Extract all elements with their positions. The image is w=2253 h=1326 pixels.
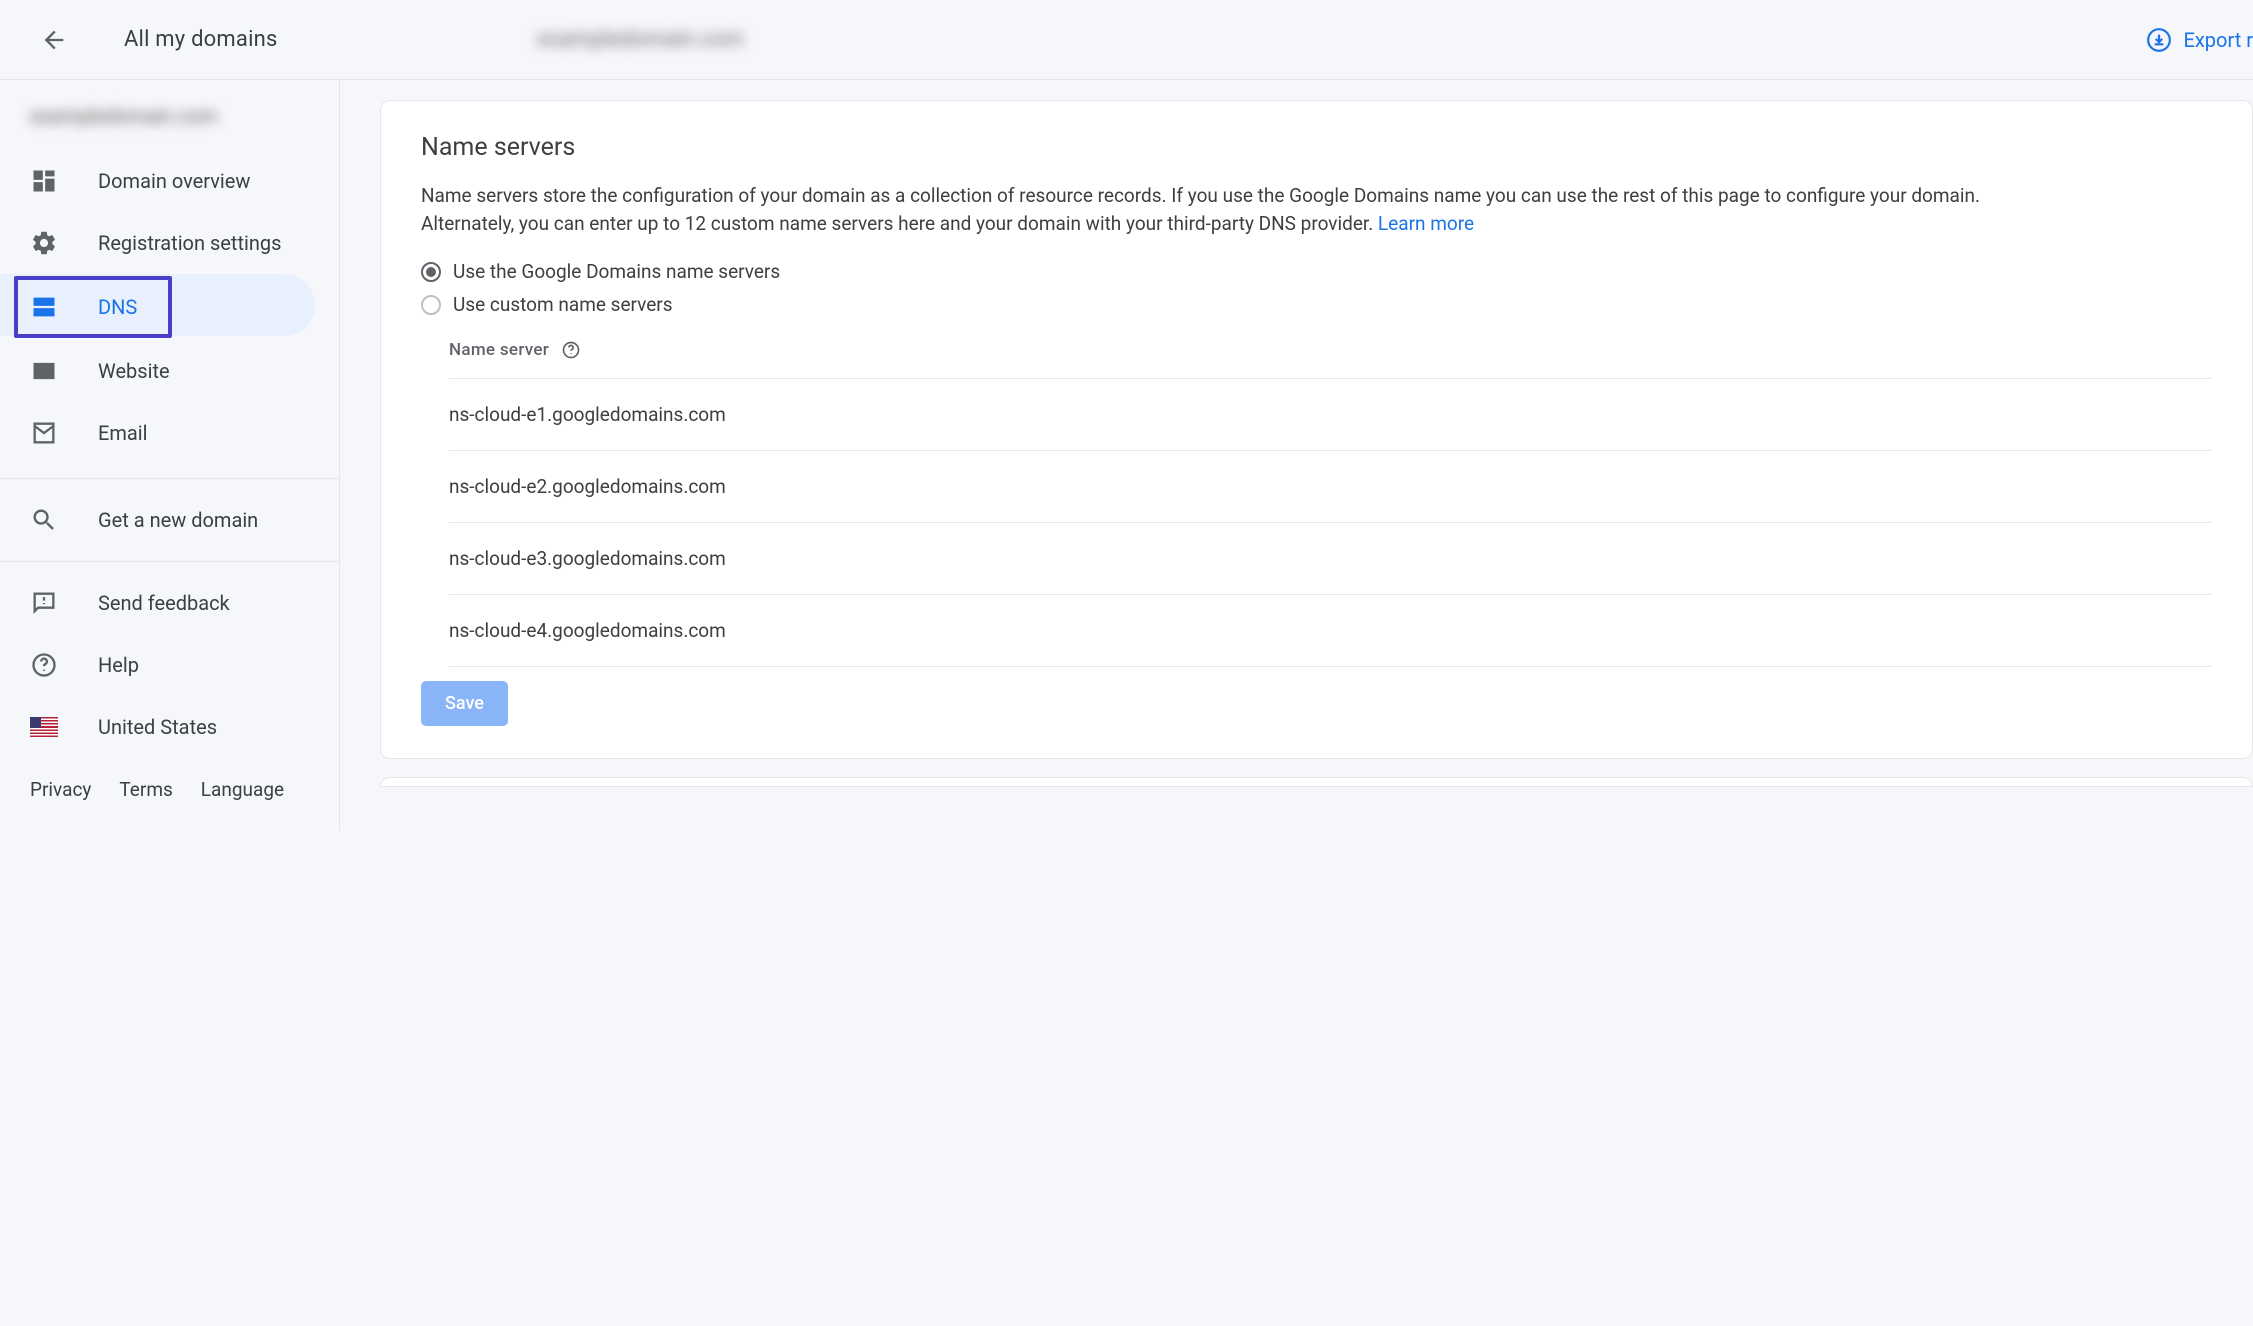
all-domains-title[interactable]: All my domains bbox=[124, 27, 278, 52]
footer-language[interactable]: Language bbox=[201, 778, 284, 801]
sidebar-item-overview[interactable]: Domain overview bbox=[0, 150, 327, 212]
sidebar-item-registration[interactable]: Registration settings bbox=[0, 212, 327, 274]
divider bbox=[0, 478, 339, 479]
sidebar-item-feedback[interactable]: Send feedback bbox=[0, 572, 327, 634]
name-server-header: Name server bbox=[449, 340, 2212, 378]
main-content: Name servers Name servers store the conf… bbox=[340, 80, 2253, 831]
name-server-row: ns-cloud-e1.googledomains.com bbox=[449, 378, 2212, 450]
sidebar-item-email[interactable]: Email bbox=[0, 402, 327, 464]
feedback-icon bbox=[30, 589, 58, 617]
sidebar-item-dns[interactable]: DNS bbox=[12, 274, 174, 340]
name-servers-card: Name servers Name servers store the conf… bbox=[380, 100, 2253, 759]
export-label: Export r bbox=[2184, 28, 2253, 52]
learn-more-link[interactable]: Learn more bbox=[1378, 212, 1474, 235]
sidebar-item-label: Email bbox=[98, 421, 148, 445]
radio-unchecked-icon bbox=[421, 295, 441, 315]
radio-checked-icon bbox=[421, 262, 441, 282]
footer-terms[interactable]: Terms bbox=[119, 778, 172, 801]
website-icon bbox=[30, 357, 58, 385]
name-server-row: ns-cloud-e4.googledomains.com bbox=[449, 594, 2212, 666]
card-description: Name servers store the configuration of … bbox=[421, 182, 2021, 238]
sidebar-item-website[interactable]: Website bbox=[0, 340, 327, 402]
next-card-peek bbox=[380, 777, 2253, 787]
sidebar-item-label: United States bbox=[98, 715, 217, 739]
topbar: All my domains exampledomain.com Export … bbox=[0, 0, 2253, 80]
sidebar-item-label: Send feedback bbox=[98, 591, 230, 615]
radio-custom-nameservers[interactable]: Use custom name servers bbox=[421, 293, 2212, 316]
sidebar-item-label: Website bbox=[98, 359, 170, 383]
radio-label: Use the Google Domains name servers bbox=[453, 260, 780, 283]
download-icon bbox=[2146, 27, 2172, 53]
sidebar-item-help[interactable]: Help bbox=[0, 634, 327, 696]
export-button[interactable]: Export r bbox=[2146, 27, 2253, 53]
search-icon bbox=[30, 506, 58, 534]
sidebar-domain-name: exampledomain.com bbox=[0, 98, 339, 146]
domain-name-header: exampledomain.com bbox=[538, 27, 744, 52]
back-button[interactable] bbox=[40, 26, 68, 54]
sidebar-item-get-domain[interactable]: Get a new domain bbox=[0, 489, 327, 551]
footer-privacy[interactable]: Privacy bbox=[30, 778, 91, 801]
footer-links: Privacy Terms Language bbox=[0, 758, 339, 831]
help-circle-icon[interactable] bbox=[561, 340, 581, 360]
sidebar-item-label: Get a new domain bbox=[98, 508, 258, 532]
sidebar-item-label: Registration settings bbox=[98, 231, 281, 255]
card-title: Name servers bbox=[421, 133, 2212, 162]
name-server-table: Name server ns-cloud-e1.googledomains.co… bbox=[421, 340, 2212, 667]
us-flag-icon bbox=[30, 717, 58, 737]
dashboard-icon bbox=[30, 167, 58, 195]
name-server-row: ns-cloud-e3.googledomains.com bbox=[449, 522, 2212, 594]
gear-icon bbox=[30, 229, 58, 257]
divider bbox=[449, 666, 2212, 667]
name-server-row: ns-cloud-e2.googledomains.com bbox=[449, 450, 2212, 522]
sidebar-item-locale[interactable]: United States bbox=[0, 696, 327, 758]
radio-google-nameservers[interactable]: Use the Google Domains name servers bbox=[421, 260, 2212, 283]
radio-label: Use custom name servers bbox=[453, 293, 673, 316]
sidebar-item-label: Help bbox=[98, 653, 139, 677]
dns-icon bbox=[30, 293, 58, 321]
help-icon bbox=[30, 651, 58, 679]
sidebar-item-label: DNS bbox=[98, 295, 137, 319]
save-button[interactable]: Save bbox=[421, 681, 508, 726]
email-icon bbox=[30, 419, 58, 447]
sidebar: exampledomain.com Domain overview Regist… bbox=[0, 80, 340, 831]
sidebar-item-label: Domain overview bbox=[98, 169, 250, 193]
back-arrow-icon bbox=[40, 26, 68, 54]
divider bbox=[0, 561, 339, 562]
